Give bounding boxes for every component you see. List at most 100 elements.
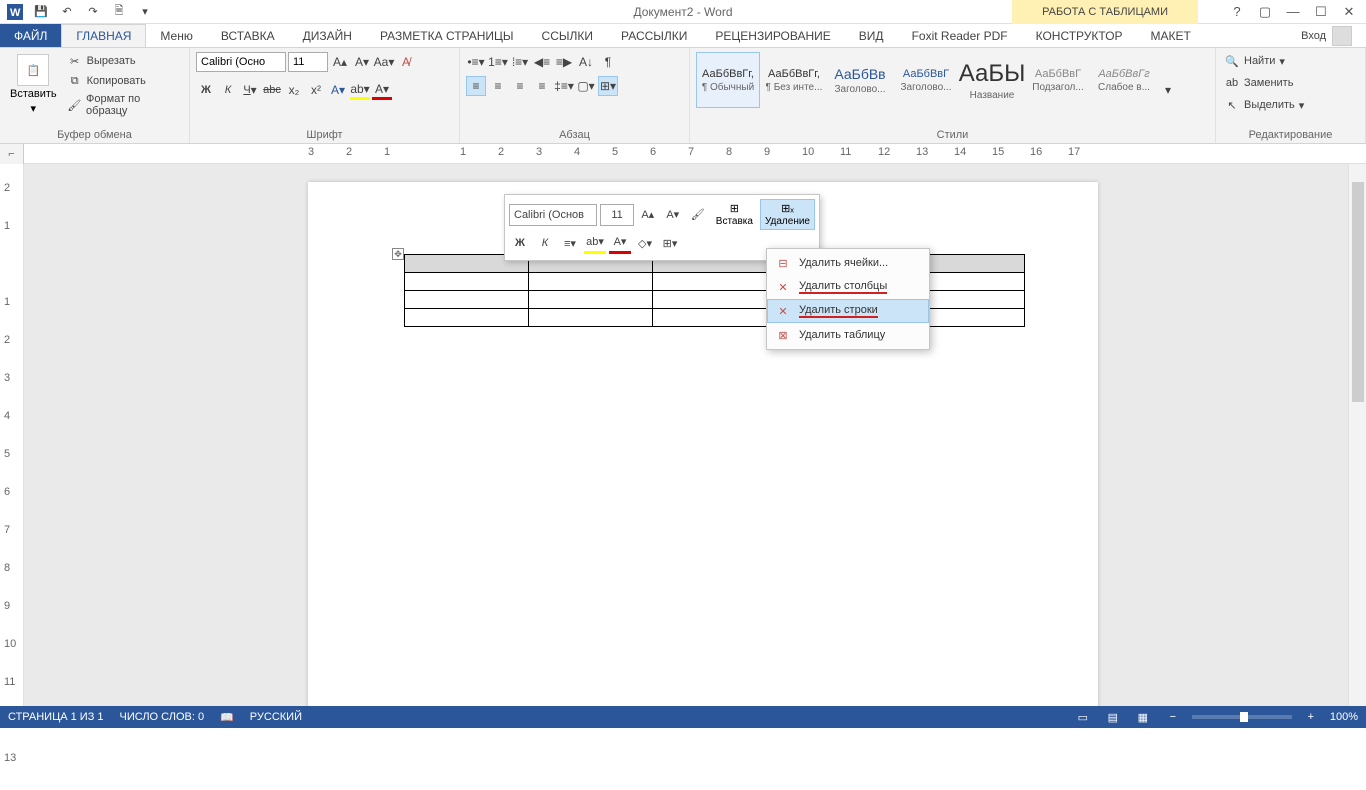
zoom-slider-thumb[interactable] [1240,712,1248,722]
shrink-font-button[interactable]: A▾ [352,52,372,72]
minimize-button[interactable]: — [1280,1,1306,23]
ribbon-options-button[interactable]: ▢ [1252,1,1278,23]
cut-button[interactable]: ✂Вырезать [65,52,183,70]
style-title[interactable]: АаБЫНазвание [960,52,1024,108]
strikethrough-button[interactable]: abc [262,80,282,100]
zoom-out-button[interactable]: − [1162,708,1184,726]
qat-customize[interactable]: ▾ [134,1,156,23]
grow-font-button[interactable]: A▴ [330,52,350,72]
table-row[interactable] [405,273,1025,291]
select-button[interactable]: ↖Выделить▾ [1222,96,1359,114]
table-move-handle[interactable]: ✥ [392,248,404,260]
text-effects-button[interactable]: A▾ [328,80,348,100]
style-no-spacing[interactable]: АаБбВвГг,¶ Без инте... [762,52,826,108]
font-color-button[interactable]: A▾ [372,80,392,100]
increase-indent-button[interactable]: ≡▶ [554,52,574,72]
undo-button[interactable]: ↶ [56,1,78,23]
mini-insert-button[interactable]: ⊞Вставка [712,200,757,229]
zoom-level[interactable]: 100% [1330,711,1358,723]
bold-button[interactable]: Ж [196,80,216,100]
menu-delete-rows[interactable]: ✕Удалить строки [767,299,929,323]
change-case-button[interactable]: Aa▾ [374,52,394,72]
maximize-button[interactable]: ☐ [1308,1,1334,23]
tab-view[interactable]: ВИД [845,24,898,47]
align-center-button[interactable]: ≡ [488,76,508,96]
style-subtitle[interactable]: АаБбВвГПодзагол... [1026,52,1090,108]
mini-shading[interactable]: ◇▾ [634,232,656,254]
font-size-combo[interactable]: 11 [288,52,328,72]
align-left-button[interactable]: ≡ [466,76,486,96]
numbering-button[interactable]: 1≡▾ [488,52,508,72]
status-language[interactable]: РУССКИЙ [250,711,302,723]
scrollbar-thumb[interactable] [1352,182,1364,402]
tab-mailings[interactable]: РАССЫЛКИ [607,24,701,47]
tab-file[interactable]: ФАЙЛ [0,24,61,47]
tab-design[interactable]: ДИЗАЙН [289,24,366,47]
menu-delete-cells[interactable]: ⊟Удалить ячейки... [767,251,929,275]
style-normal[interactable]: АаБбВвГг,¶ Обычный [696,52,760,108]
view-print-layout[interactable]: ▤ [1102,708,1124,726]
styles-gallery[interactable]: АаБбВвГг,¶ Обычный АаБбВвГг,¶ Без инте..… [696,52,1209,127]
tab-review[interactable]: РЕЦЕНЗИРОВАНИЕ [701,24,844,47]
format-painter-button[interactable]: 🖌Формат по образцу [65,92,183,118]
find-button[interactable]: 🔍Найти▾ [1222,52,1359,70]
clear-formatting-button[interactable]: A̸ [396,52,416,72]
styles-more-button[interactable]: ▾ [1158,80,1178,100]
tab-insert[interactable]: ВСТАВКА [207,24,289,47]
bullets-button[interactable]: •≡▾ [466,52,486,72]
italic-button[interactable]: К [218,80,238,100]
tab-table-layout[interactable]: МАКЕТ [1137,24,1205,47]
decrease-indent-button[interactable]: ◀≡ [532,52,552,72]
sign-in[interactable]: Вход [1287,24,1366,47]
shading-button[interactable]: ▢▾ [576,76,596,96]
replace-button[interactable]: abЗаменить [1222,74,1359,92]
status-spellcheck-icon[interactable]: 📖 [220,711,234,724]
borders-button[interactable]: ⊞▾ [598,76,618,96]
align-right-button[interactable]: ≡ [510,76,530,96]
mini-borders[interactable]: ⊞▾ [659,232,681,254]
view-web-layout[interactable]: ▦ [1132,708,1154,726]
mini-grow-font[interactable]: A▴ [637,204,659,226]
sort-button[interactable]: A↓ [576,52,596,72]
save-button[interactable]: 💾 [30,1,52,23]
mini-align[interactable]: ≡▾ [559,232,581,254]
highlight-button[interactable]: ab▾ [350,80,370,100]
mini-size-combo[interactable]: 11 [600,204,633,226]
tab-references[interactable]: ССЫЛКИ [528,24,607,47]
table-row[interactable] [405,291,1025,309]
style-heading2[interactable]: АаБбВвГЗаголово... [894,52,958,108]
menu-delete-table[interactable]: ⊠Удалить таблицу [767,323,929,347]
mini-highlight[interactable]: ab▾ [584,232,606,254]
style-subtle-emphasis[interactable]: АаБбВвГгСлабое в... [1092,52,1156,108]
superscript-button[interactable]: x² [306,80,326,100]
justify-button[interactable]: ≡ [532,76,552,96]
tab-menu[interactable]: Меню [146,24,206,47]
tab-constructor[interactable]: КОНСТРУКТОР [1022,24,1137,47]
redo-button[interactable]: ↷ [82,1,104,23]
status-word-count[interactable]: ЧИСЛО СЛОВ: 0 [120,711,205,723]
document-table[interactable] [404,254,1025,327]
tab-page-layout[interactable]: РАЗМЕТКА СТРАНИЦЫ [366,24,528,47]
mini-font-color[interactable]: A▾ [609,232,631,254]
font-name-combo[interactable]: Calibri (Осно [196,52,286,72]
style-heading1[interactable]: АаБбВвЗаголово... [828,52,892,108]
mini-delete-button[interactable]: ⊞ₓУдаление [760,199,815,230]
subscript-button[interactable]: x₂ [284,80,304,100]
mini-italic[interactable]: К [534,232,556,254]
mini-bold[interactable]: Ж [509,232,531,254]
status-page[interactable]: СТРАНИЦА 1 ИЗ 1 [8,711,104,723]
multilevel-button[interactable]: ⁞≡▾ [510,52,530,72]
ruler-corner[interactable]: ⌐ [0,144,24,164]
underline-button[interactable]: Ч▾ [240,80,260,100]
tab-home[interactable]: ГЛАВНАЯ [61,24,146,47]
show-marks-button[interactable]: ¶ [598,52,618,72]
close-button[interactable]: ✕ [1336,1,1362,23]
new-doc-button[interactable]: 🗎 [108,1,130,23]
zoom-in-button[interactable]: + [1300,708,1322,726]
copy-button[interactable]: ⧉Копировать [65,72,183,90]
table-row[interactable] [405,309,1025,327]
vertical-scrollbar[interactable] [1348,164,1366,706]
view-read-mode[interactable]: ▭ [1072,708,1094,726]
mini-font-combo[interactable]: Calibri (Основ [509,204,597,226]
line-spacing-button[interactable]: ‡≡▾ [554,76,574,96]
